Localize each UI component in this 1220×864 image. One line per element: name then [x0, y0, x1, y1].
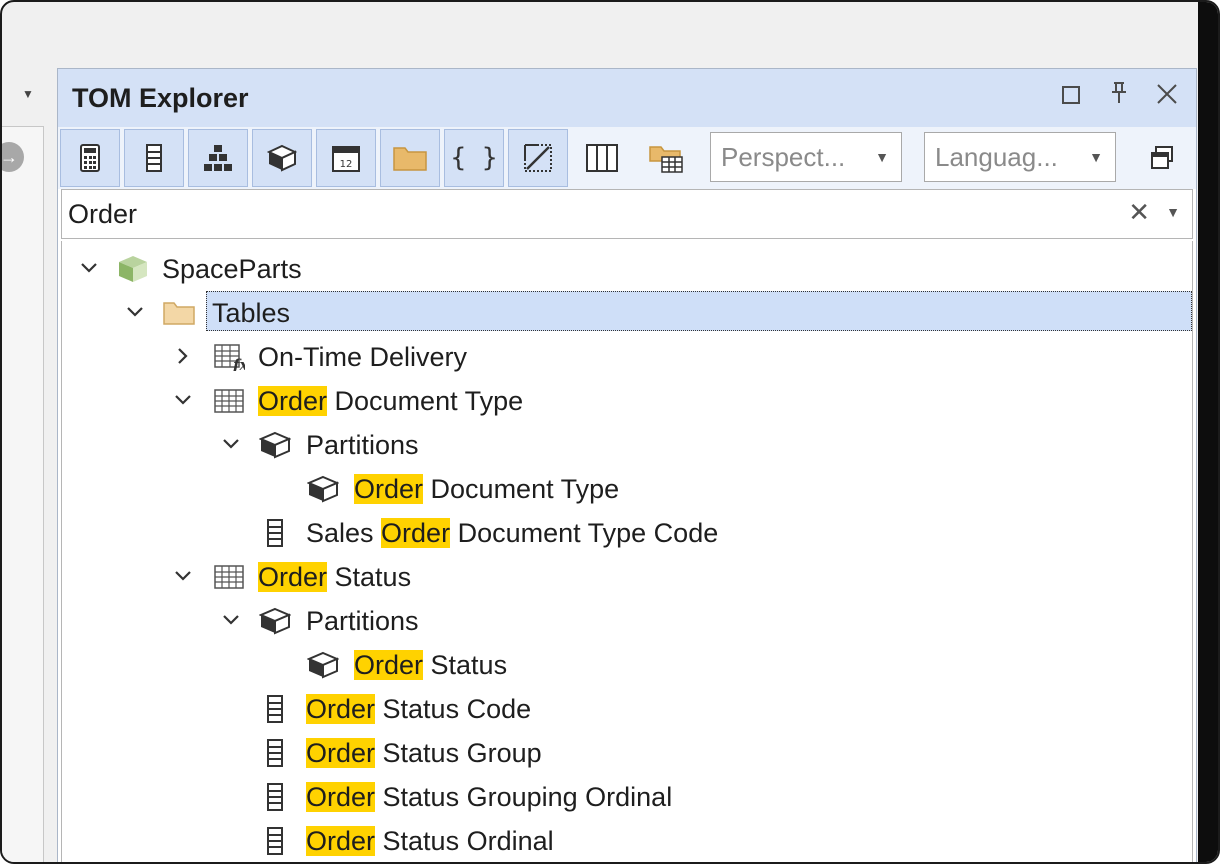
tree-node-table[interactable]: Order Document Type [62, 379, 1192, 423]
tree-node-label: Order Status Code [306, 694, 532, 724]
tree-node-column[interactable]: Order Status Grouping Ordinal [62, 775, 1192, 819]
clear-icon[interactable]: ✕ [1128, 197, 1150, 228]
tree-node-label: Order Document Type [258, 386, 524, 416]
tree-node-label: Tables [212, 298, 291, 328]
column-icon [258, 738, 292, 768]
svg-text:12: 12 [340, 159, 353, 170]
braces-icon[interactable]: { } [444, 129, 504, 187]
tom-tree: SpaceParts Tables fx On-Time Delivery [61, 241, 1193, 862]
chevron-right-icon[interactable] [170, 343, 196, 369]
hierarchy-icon[interactable] [188, 129, 248, 187]
tree-node-label: Order Status [258, 562, 412, 592]
left-dock-dropdown-icon[interactable]: ▼ [18, 84, 38, 104]
column-icon [258, 826, 292, 856]
search-value: Order [68, 199, 138, 229]
search-input[interactable]: Order ✕ ▼ [61, 189, 1193, 239]
column-icon[interactable] [124, 129, 184, 187]
maximize-icon[interactable] [1054, 81, 1088, 115]
tree-node-partition[interactable]: Order Status [62, 643, 1192, 687]
partition-icon [258, 430, 292, 460]
tree-node-column[interactable]: Order Status Ordinal [62, 819, 1192, 862]
window-titlebar: TOM Explorer [58, 69, 1196, 127]
pin-icon[interactable] [1102, 81, 1136, 115]
tree-node-column[interactable]: Order Status Code [62, 687, 1192, 731]
chevron-down-icon[interactable] [122, 299, 148, 325]
folder-icon [162, 298, 196, 328]
folder-table-icon[interactable] [636, 129, 696, 187]
selection-highlight [206, 291, 1192, 331]
calculated-table-icon: fx [212, 342, 246, 372]
tree-node-partitions-folder[interactable]: Partitions [62, 599, 1192, 643]
chevron-down-icon[interactable] [170, 387, 196, 413]
tom-explorer-window: TOM Explorer 12 {} Perspect... ▼ Langua… [57, 68, 1197, 862]
tree-node-label: Order Status Ordinal [306, 826, 554, 856]
perspective-select[interactable]: Perspect... ▼ [710, 132, 902, 182]
table-icon [212, 386, 246, 416]
toolbar: 12 { } Perspect... ▼ Languag... ▼ [58, 127, 1196, 189]
column-icon [258, 518, 292, 548]
tree-node-model[interactable]: SpaceParts [62, 247, 1192, 291]
column-icon [258, 782, 292, 812]
tree-node-table[interactable]: fx On-Time Delivery [62, 335, 1192, 379]
chevron-down-icon[interactable] [170, 563, 196, 589]
model-cube-icon [116, 254, 150, 284]
columns-grid-icon[interactable] [572, 129, 632, 187]
tree-node-column[interactable]: Order Status Group [62, 731, 1192, 775]
tree-node-tables-folder[interactable]: Tables [62, 291, 1192, 335]
tree-node-table[interactable]: Order Status [62, 555, 1192, 599]
chevron-down-icon: ▼ [1089, 149, 1103, 165]
column-icon [258, 694, 292, 724]
folder-icon[interactable] [380, 129, 440, 187]
tree-node-label: Order Document Type [354, 474, 620, 504]
calendar-icon[interactable]: 12 [316, 129, 376, 187]
language-select[interactable]: Languag... ▼ [924, 132, 1116, 182]
partition-icon[interactable] [252, 129, 312, 187]
tree-node-label: On-Time Delivery [258, 342, 468, 372]
tree-node-label: Partitions [306, 430, 419, 460]
partition-icon [306, 650, 340, 680]
application-frame: ▼ → TOM Explorer 12 {} Perspect... ▼ La… [0, 0, 1220, 864]
tree-node-column[interactable]: Sales Order Document Type Code [62, 511, 1192, 555]
tree-node-label: Order Status Group [306, 738, 542, 768]
table-icon [212, 562, 246, 592]
tree-node-partition[interactable]: Order Document Type [62, 467, 1192, 511]
partition-icon [306, 474, 340, 504]
left-dock-panel [2, 126, 44, 862]
chevron-down-icon[interactable] [218, 607, 244, 633]
tree-node-label: Order Status Grouping Ordinal [306, 782, 673, 812]
tree-node-label: SpaceParts [162, 254, 302, 284]
chevron-down-icon: ▼ [875, 149, 889, 165]
window-title: TOM Explorer [72, 83, 249, 113]
calculator-icon[interactable] [60, 129, 120, 187]
tree-node-label: Order Status [354, 650, 508, 680]
window-icon[interactable] [1132, 129, 1192, 187]
tree-node-partitions-folder[interactable]: Partitions [62, 423, 1192, 467]
chevron-down-icon[interactable]: ▼ [1166, 204, 1180, 220]
partition-icon [258, 606, 292, 636]
close-icon[interactable] [1150, 81, 1184, 115]
svg-text:fx: fx [232, 356, 245, 371]
chevron-down-icon[interactable] [76, 255, 102, 281]
hidden-objects-icon[interactable] [508, 129, 568, 187]
perspective-placeholder: Perspect... [721, 142, 846, 172]
tree-node-label: Sales Order Document Type Code [306, 518, 719, 548]
chevron-down-icon[interactable] [218, 431, 244, 457]
language-placeholder: Languag... [935, 142, 1058, 172]
tree-node-label: Partitions [306, 606, 419, 636]
